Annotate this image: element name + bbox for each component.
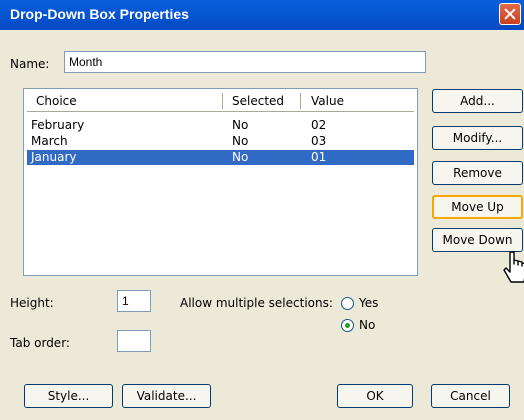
add-button[interactable]: Add... [432, 89, 523, 113]
choice-cell: February [31, 118, 85, 132]
column-selected[interactable]: Selected [232, 94, 284, 108]
hand-pointer-icon [503, 251, 524, 283]
selected-cell: No [232, 150, 249, 164]
name-label: Name: [10, 57, 50, 71]
choices-list[interactable]: Choice Selected Value February No 02 Mar… [23, 88, 418, 276]
tab-order-input[interactable] [117, 330, 151, 352]
remove-button[interactable]: Remove [432, 161, 523, 185]
close-icon[interactable] [499, 3, 521, 25]
selected-cell: No [232, 134, 249, 148]
modify-button[interactable]: Modify... [432, 126, 523, 150]
move-down-button[interactable]: Move Down [432, 228, 523, 252]
column-value[interactable]: Value [311, 94, 344, 108]
list-item[interactable]: March No 03 [27, 134, 414, 149]
window-title: Drop-Down Box Properties [10, 6, 189, 22]
cancel-button[interactable]: Cancel [431, 384, 510, 408]
style-button[interactable]: Style... [24, 384, 113, 408]
column-divider [222, 93, 223, 109]
height-input[interactable] [117, 290, 151, 312]
yes-radio[interactable] [341, 297, 354, 310]
list-item[interactable]: February No 02 [27, 118, 414, 133]
value-cell: 01 [311, 150, 327, 164]
drop-down-box-properties-dialog: Drop-Down Box Properties Name: Choice Se… [0, 0, 524, 420]
height-label: Height: [10, 296, 54, 310]
value-cell: 03 [311, 134, 327, 148]
no-radio[interactable] [341, 319, 354, 332]
column-divider [300, 93, 301, 109]
name-input[interactable] [64, 51, 426, 73]
no-radio-label[interactable]: No [359, 318, 375, 332]
list-item-selected[interactable]: January No 01 [27, 150, 414, 165]
title-bar[interactable]: Drop-Down Box Properties [0, 0, 524, 30]
column-choice[interactable]: Choice [36, 94, 77, 108]
ok-button[interactable]: OK [337, 384, 413, 408]
tab-order-label: Tab order: [10, 336, 70, 350]
multiple-selections-label: Allow multiple selections: [180, 296, 333, 310]
selected-cell: No [232, 118, 249, 132]
choices-list-header: Choice Selected Value [27, 92, 414, 112]
yes-radio-label[interactable]: Yes [359, 296, 378, 310]
move-up-button[interactable]: Move Up [432, 195, 523, 219]
validate-button[interactable]: Validate... [122, 384, 211, 408]
choice-cell: January [31, 150, 77, 164]
value-cell: 02 [311, 118, 327, 132]
choice-cell: March [31, 134, 68, 148]
